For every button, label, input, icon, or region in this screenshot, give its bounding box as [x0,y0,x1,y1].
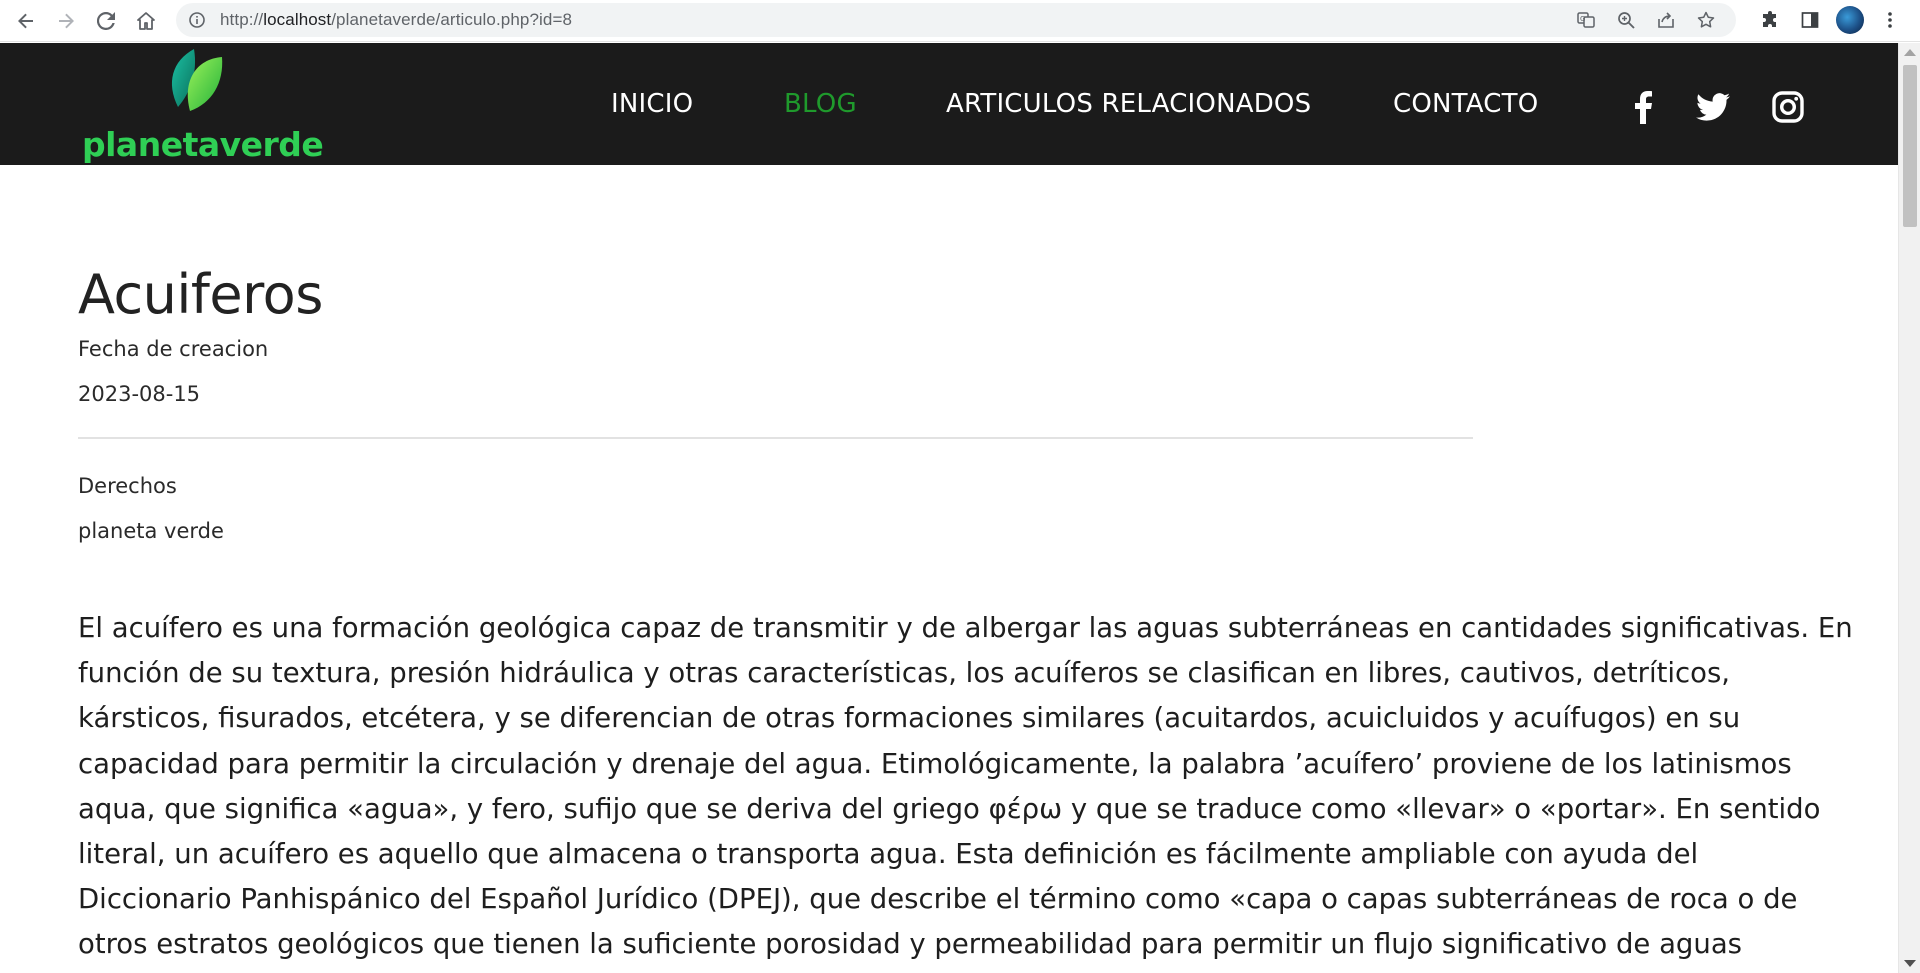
site-info-icon[interactable] [188,11,206,29]
home-icon[interactable] [126,1,166,41]
nav-inicio[interactable]: INICIO [611,89,693,119]
rights-label: Derechos [78,474,177,498]
nav-blog[interactable]: BLOG [784,89,857,119]
url-text[interactable]: http://localhost/planetaverde/articulo.p… [220,10,572,30]
extensions-icon[interactable] [1750,0,1790,40]
main-navigation: INICIO BLOG ARTICULOS RELACIONADOS CONTA… [0,43,1898,165]
rights-value: planeta verde [78,519,224,543]
avatar [1836,6,1864,34]
address-bar[interactable]: http://localhost/planetaverde/articulo.p… [176,3,1736,37]
browser-toolbar: http://localhost/planetaverde/articulo.p… [0,0,1920,42]
nav-articulos-relacionados[interactable]: ARTICULOS RELACIONADOS [946,89,1311,119]
url-path: /planetaverde/articulo.php?id=8 [331,10,573,29]
instagram-icon[interactable] [1768,87,1808,127]
scroll-up-arrow-icon[interactable] [1904,49,1916,56]
profile-avatar[interactable] [1830,0,1870,40]
nav-contacto[interactable]: CONTACTO [1393,89,1538,119]
facebook-icon[interactable] [1623,87,1663,127]
page-scrollbar[interactable] [1898,43,1920,973]
back-icon[interactable] [6,1,46,41]
date-value: 2023-08-15 [78,382,201,406]
divider [78,437,1473,439]
url-host: localhost [263,10,332,29]
article-title: Acuiferos [78,263,323,326]
site-header: planetaverde INICIO BLOG ARTICULOS RELAC… [0,43,1898,165]
address-bar-actions: G [1566,3,1726,37]
url-prefix: http:// [220,10,264,29]
date-label: Fecha de creacion [78,337,269,361]
translate-icon[interactable]: G [1566,3,1606,37]
zoom-icon[interactable] [1606,3,1646,37]
scroll-thumb[interactable] [1903,65,1917,227]
forward-icon[interactable] [46,1,86,41]
twitter-icon[interactable] [1693,87,1733,127]
menu-kebab-icon[interactable] [1870,0,1910,40]
browser-actions [1750,0,1910,40]
article-body: El acuífero es una formación geológica c… [78,612,1853,961]
bookmark-star-icon[interactable] [1686,3,1726,37]
side-panel-icon[interactable] [1790,0,1830,40]
share-icon[interactable] [1646,3,1686,37]
svg-text:G: G [1580,15,1585,23]
reload-icon[interactable] [86,1,126,41]
scroll-down-arrow-icon[interactable] [1904,960,1916,967]
